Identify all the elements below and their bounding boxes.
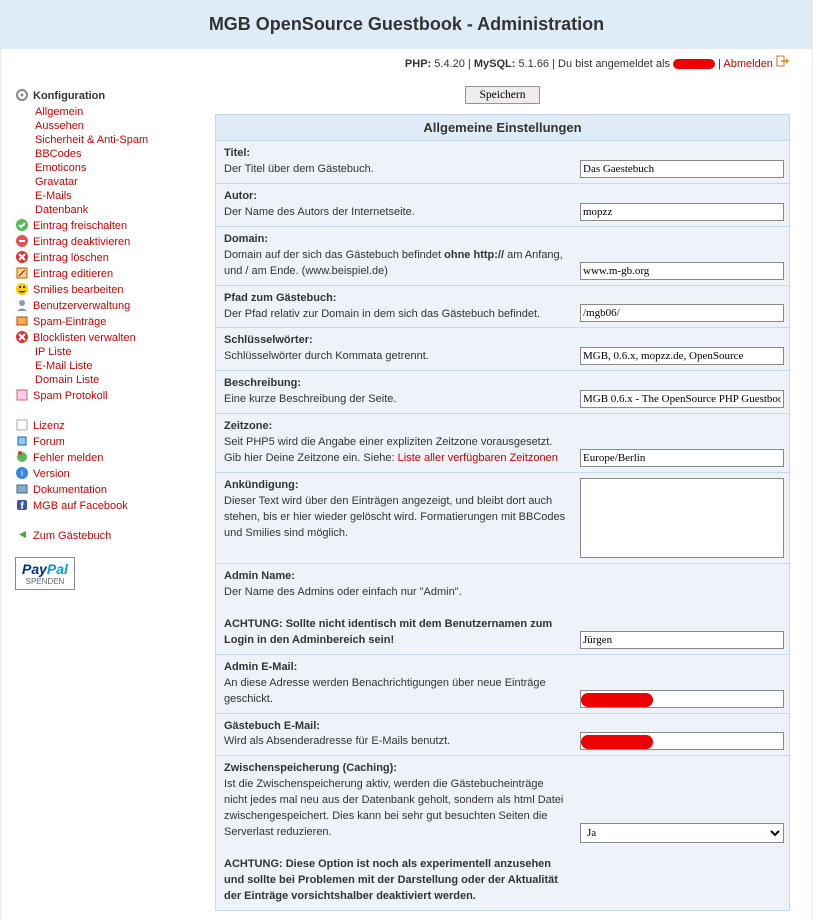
action-icon-0 [15, 218, 29, 232]
sidebar-konfig-7[interactable]: Datenbank [35, 204, 88, 216]
username-redacted [673, 59, 715, 69]
sidebar-misc-3[interactable]: Version [33, 468, 70, 480]
label-titel: Titel:Der Titel über dem Gästebuch. [216, 141, 575, 183]
input-announcement[interactable] [580, 478, 784, 558]
action-icon-4 [15, 282, 29, 296]
svg-text:i: i [21, 468, 23, 478]
sidebar-action-4[interactable]: Smilies bearbeiten [33, 284, 124, 296]
protocol-icon [15, 388, 29, 402]
sidebar-konfig-1[interactable]: Aussehen [35, 120, 84, 132]
input-keywords[interactable] [580, 347, 784, 365]
page-title: MGB OpenSource Guestbook - Administratio… [0, 0, 813, 49]
action-icon-1 [15, 234, 29, 248]
sidebar-action-3[interactable]: Eintrag editieren [33, 268, 113, 280]
sidebar-konfig-4[interactable]: Emoticons [35, 162, 86, 174]
label-keywords: Schlüsselwörter:Schlüsselwörter durch Ko… [216, 328, 575, 370]
sidebar-misc-1[interactable]: Forum [33, 436, 65, 448]
input-adminname[interactable] [580, 631, 784, 649]
logout-icon [776, 55, 790, 67]
paypal-donate-button[interactable]: PayPalSPENDEN [15, 557, 75, 590]
sidebar-action-1[interactable]: Eintrag deaktivieren [33, 236, 130, 248]
label-domain: Domain:Domain auf der sich das Gästebuch… [216, 227, 575, 285]
gbemail-redacted [581, 735, 653, 749]
sidebar-misc-0[interactable]: Lizenz [33, 420, 65, 432]
input-titel[interactable] [580, 160, 784, 178]
sidebar-action-6[interactable]: Spam-Einträge [33, 316, 106, 328]
adminemail-redacted [581, 693, 653, 707]
sidebar-action-2[interactable]: Eintrag löschen [33, 252, 109, 264]
save-button[interactable]: Speichern [465, 86, 541, 104]
sidebar-misc-2[interactable]: Fehler melden [33, 452, 103, 464]
sidebar-blocklist-2[interactable]: Domain Liste [35, 374, 99, 386]
input-timezone[interactable] [580, 449, 784, 467]
misc-icon-4 [15, 482, 29, 496]
sidebar-blocklist-0[interactable]: IP Liste [35, 346, 72, 358]
section-heading: Allgemeine Einstellungen [215, 114, 790, 141]
select-caching[interactable]: Ja [580, 823, 784, 843]
sidebar-konfig-5[interactable]: Gravatar [35, 176, 78, 188]
gear-icon [15, 88, 29, 102]
sidebar-back-link[interactable]: Zum Gästebuch [33, 530, 111, 542]
timezone-list-link[interactable]: Liste aller verfügbaren Zeitzonen [398, 452, 558, 464]
label-pfad: Pfad zum Gästebuch:Der Pfad relativ zur … [216, 286, 575, 328]
sidebar-konfig-3[interactable]: BBCodes [35, 148, 81, 160]
sidebar-action-7[interactable]: Blocklisten verwalten [33, 332, 136, 344]
back-icon [15, 528, 29, 542]
misc-icon-2 [15, 450, 29, 464]
input-domain[interactable] [580, 262, 784, 280]
sidebar-blocklist-1[interactable]: E-Mail Liste [35, 360, 92, 372]
misc-icon-3: i [15, 466, 29, 480]
label-timezone: Zeitzone:Seit PHP5 wird die Angabe einer… [216, 414, 575, 472]
input-pfad[interactable] [580, 304, 784, 322]
sidebar-spam-protokoll[interactable]: Spam Protokoll [33, 390, 108, 402]
status-bar: PHP: 5.4.20 | MySQL: 5.1.66 | Du bist an… [1, 49, 812, 76]
sidebar-action-5[interactable]: Benutzerverwaltung [33, 300, 130, 312]
sidebar-konfig-6[interactable]: E-Mails [35, 190, 72, 202]
action-icon-2 [15, 250, 29, 264]
label-desc: Beschreibung:Eine kurze Beschreibung der… [216, 371, 575, 413]
sidebar-action-0[interactable]: Eintrag freischalten [33, 220, 127, 232]
logout-link[interactable]: Abmelden [723, 58, 773, 70]
misc-icon-0 [15, 418, 29, 432]
sidebar-konfig-0[interactable]: Allgemein [35, 106, 83, 118]
label-autor: Autor:Der Name des Autors der Internetse… [216, 184, 575, 226]
sidebar-konfig-2[interactable]: Sicherheit & Anti-Spam [35, 134, 148, 146]
sidebar-misc-5[interactable]: MGB auf Facebook [33, 500, 128, 512]
input-desc[interactable] [580, 390, 784, 408]
misc-icon-5: f [15, 498, 29, 512]
label-gbemail: Gästebuch E-Mail:Wird als Absenderadress… [216, 714, 575, 756]
sidebar: Konfiguration Allgemein Aussehen Sicherhei… [1, 80, 215, 921]
input-autor[interactable] [580, 203, 784, 221]
label-caching: Zwischenspeicherung (Caching):Ist die Zw… [216, 756, 575, 909]
label-adminemail: Admin E-Mail:An diese Adresse werden Ben… [216, 655, 575, 713]
action-icon-6 [15, 314, 29, 328]
label-announcement: Ankündigung:Dieser Text wird über den Ei… [216, 473, 575, 563]
sidebar-heading-config: Konfiguration [15, 88, 211, 102]
action-icon-3 [15, 266, 29, 280]
sidebar-misc-4[interactable]: Dokumentation [33, 484, 107, 496]
label-adminname: Admin Name:Der Name des Admins oder einf… [216, 564, 575, 654]
action-icon-5 [15, 298, 29, 312]
content: Speichern Allgemeine Einstellungen Titel… [215, 80, 812, 921]
misc-icon-1 [15, 434, 29, 448]
action-icon-7 [15, 330, 29, 344]
